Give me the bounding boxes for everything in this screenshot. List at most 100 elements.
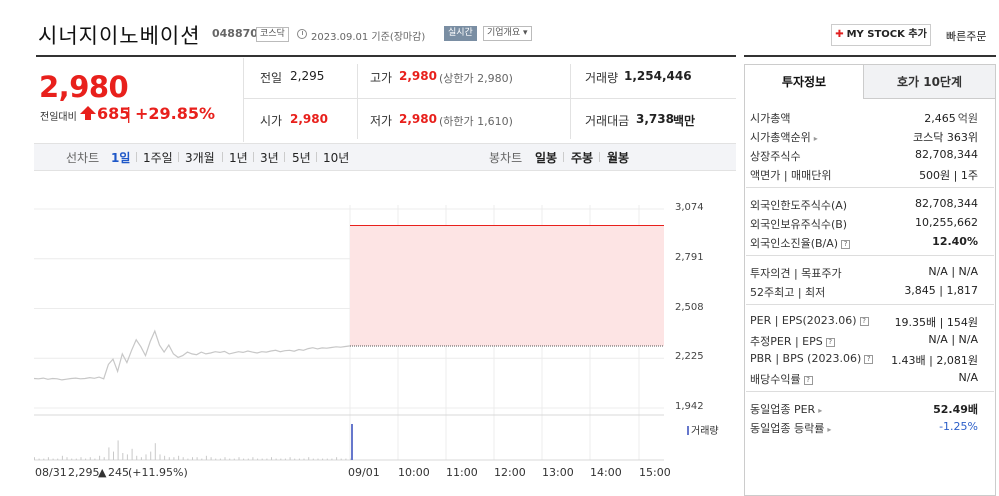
info-row-label-text: 동일업종 등락률 xyxy=(750,422,825,435)
info-row-value: 52.49배 xyxy=(933,401,978,417)
volume-bar xyxy=(173,457,175,460)
volume-bar xyxy=(266,458,268,460)
info-row-label: 액면가 | 매매단위 xyxy=(750,167,832,183)
volume-bar xyxy=(150,451,152,460)
help-icon[interactable]: ? xyxy=(859,316,869,326)
info-row-value-text: 2,465 xyxy=(924,112,956,125)
info-row-label: 52주최고 | 최저 xyxy=(750,284,825,300)
tab-order-book[interactable]: 호가 10단계 xyxy=(863,65,995,99)
panel-section-divider xyxy=(746,304,994,305)
info-row-label: 상장주식수 xyxy=(750,148,801,164)
help-icon[interactable]: ? xyxy=(825,337,835,347)
chevron-right-icon: ▸ xyxy=(813,134,818,143)
info-row-label-text: 동일업종 PER xyxy=(750,403,816,416)
info-row-value: N/A | N/A xyxy=(928,265,978,278)
volume-bar xyxy=(57,458,59,460)
volume-bar xyxy=(126,454,128,460)
volume-bar xyxy=(85,458,87,460)
help-icon[interactable]: ? xyxy=(803,375,813,385)
info-row-value: N/A | N/A xyxy=(928,333,978,346)
info-row-value-text: N/A | N/A xyxy=(928,265,978,278)
info-row-value: 82,708,344 xyxy=(915,148,978,161)
quick-order-link[interactable]: 빠른주문 xyxy=(946,28,986,44)
info-row-label-text: 시가총액순위 xyxy=(750,131,811,144)
volume-bar xyxy=(233,458,235,460)
volume-bar xyxy=(187,458,189,460)
volume-bar xyxy=(168,457,170,460)
volume-bar xyxy=(108,447,110,460)
volume-bar xyxy=(345,458,347,460)
info-row-label: 시가총액 xyxy=(750,110,790,126)
info-row-label-text: 투자의견 | 목표주가 xyxy=(750,267,842,280)
price-chart[interactable]: 거래량 xyxy=(0,0,740,496)
chevron-right-icon: ▸ xyxy=(818,406,823,415)
info-row-label-text: 외국인보유주식수(B) xyxy=(750,218,848,231)
volume-bar xyxy=(252,457,254,460)
volume-bars xyxy=(34,424,353,460)
volume-bar xyxy=(182,457,184,460)
volume-bar xyxy=(122,453,124,460)
info-row-label: 외국인소진율(B/A)? xyxy=(750,235,851,251)
volume-bar xyxy=(322,458,324,460)
info-row-value-text: 82,708,344 xyxy=(915,148,978,161)
volume-bar xyxy=(224,457,226,460)
tab-invest-info[interactable]: 투자정보 xyxy=(745,65,863,99)
info-row-label-text: 추정PER | EPS xyxy=(750,335,823,348)
info-row-label[interactable]: 동일업종 PER ▸ xyxy=(750,401,822,417)
volume-bar xyxy=(294,458,296,460)
info-row-value-text: -1.25% xyxy=(939,420,978,433)
info-row-label-text: 상장주식수 xyxy=(750,150,801,163)
prev-day-change: 245 xyxy=(108,466,129,479)
volume-bar xyxy=(271,457,272,460)
volume-bar xyxy=(308,457,310,460)
x-label: 14:00 xyxy=(590,466,622,479)
info-row-value-text: 82,708,344 xyxy=(915,197,978,210)
volume-bar xyxy=(243,458,245,460)
add-mystock-button[interactable]: ✚ MY STOCK 추가 xyxy=(831,24,931,46)
y-tick: 2,791 xyxy=(675,252,704,263)
volume-bar xyxy=(71,458,73,460)
x-label: 11:00 xyxy=(446,466,478,479)
volume-bar xyxy=(47,457,49,460)
volume-bar xyxy=(303,458,305,460)
info-row-value: 19.35배 | 154원 xyxy=(895,314,978,330)
x-label: 13:00 xyxy=(542,466,574,479)
prev-day-arrow-icon: ▲ xyxy=(98,466,107,479)
info-row-value: 코스닥 363위 xyxy=(913,129,978,145)
volume-bar xyxy=(219,458,221,460)
info-row-label-text: PER | EPS(2023.06) xyxy=(750,314,857,327)
info-row-value: 2,465 억원 xyxy=(924,110,978,126)
volume-bar xyxy=(312,458,314,460)
x-label: 12:00 xyxy=(494,466,526,479)
info-row-label-text: 배당수익률 xyxy=(750,373,801,386)
volume-bar xyxy=(103,457,105,460)
volume-bar xyxy=(75,458,77,460)
panel-section-divider xyxy=(746,391,994,392)
info-row-label-text: 외국인한도주식수(A) xyxy=(750,199,848,212)
info-row-label[interactable]: 시가총액순위 ▸ xyxy=(750,129,818,145)
volume-bar xyxy=(154,443,156,460)
info-row-value: 3,845 | 1,817 xyxy=(904,284,978,297)
volume-bar xyxy=(331,458,333,460)
volume-bar xyxy=(210,457,212,460)
x-label: 10:00 xyxy=(398,466,430,479)
info-row-value-text: 1.43배 | 2,081원 xyxy=(891,354,978,367)
volume-bar xyxy=(205,455,207,460)
info-row-value: -1.25% xyxy=(939,420,978,433)
volume-bar xyxy=(215,458,217,460)
info-row-label: PBR | BPS (2023.06)? xyxy=(750,352,874,365)
info-row-value: 1.43배 | 2,081원 xyxy=(891,352,978,368)
info-row-label[interactable]: 동일업종 등락률 ▸ xyxy=(750,420,831,436)
info-row-value-text: N/A xyxy=(958,371,978,384)
info-row-label: 외국인보유주식수(B) xyxy=(750,216,847,232)
panel-section-divider xyxy=(746,187,994,188)
help-icon[interactable]: ? xyxy=(864,354,874,364)
volume-bar xyxy=(284,458,286,460)
volume-bar xyxy=(80,457,82,460)
info-row-label: 추정PER | EPS? xyxy=(750,333,835,349)
volume-legend-label: 거래량 xyxy=(691,425,719,437)
info-row-label: 외국인한도주식수(A) xyxy=(750,197,847,213)
volume-bar xyxy=(52,458,54,460)
volume-bar xyxy=(247,458,249,460)
help-icon[interactable]: ? xyxy=(841,239,851,249)
